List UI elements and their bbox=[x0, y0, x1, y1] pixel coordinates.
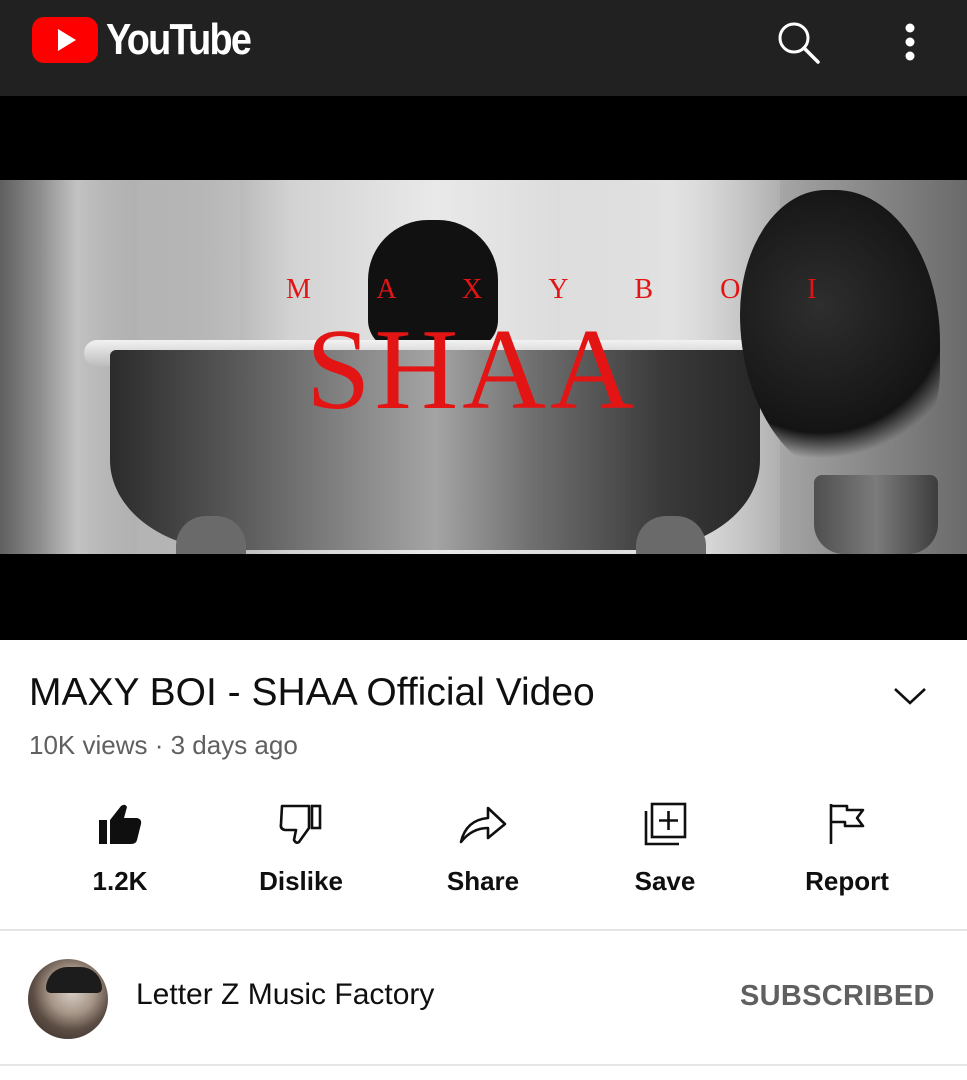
dislike-button[interactable]: Dislike bbox=[221, 796, 381, 906]
share-label: Share bbox=[446, 866, 520, 896]
chevron-down-icon bbox=[894, 688, 926, 705]
like-button[interactable]: 1.2K bbox=[40, 796, 200, 906]
video-meta: 10K views · 3 days ago bbox=[29, 730, 298, 760]
dislike-label: Dislike bbox=[259, 866, 343, 896]
report-button[interactable]: Report bbox=[767, 796, 927, 906]
video-overlay-artist: M A X Y B O I bbox=[286, 274, 847, 305]
video-player[interactable]: M A X Y B O I SHAA bbox=[0, 96, 967, 640]
thumb-down-icon bbox=[279, 804, 322, 844]
playlist-add-icon bbox=[644, 802, 687, 846]
action-bar: 1.2K Dislike Share Save Report bbox=[0, 796, 967, 916]
video-overlay-song: SHAA bbox=[306, 306, 638, 434]
channel-avatar[interactable] bbox=[28, 959, 108, 1039]
report-label: Report bbox=[805, 866, 889, 896]
logo-text: YouTube bbox=[106, 15, 252, 64]
youtube-logo-icon bbox=[32, 17, 98, 63]
avatar-cap bbox=[46, 967, 102, 993]
flag-icon bbox=[829, 804, 865, 844]
youtube-logo[interactable]: YouTube bbox=[32, 15, 274, 64]
search-button[interactable] bbox=[772, 16, 824, 68]
subscribe-button[interactable]: SUBSCRIBED bbox=[740, 980, 935, 1013]
divider bbox=[0, 929, 967, 931]
share-arrow-icon bbox=[459, 806, 507, 844]
expand-description-button[interactable] bbox=[886, 672, 934, 720]
channel-name[interactable]: Letter Z Music Factory bbox=[136, 978, 434, 1012]
video-title[interactable]: MAXY BOI - SHAA Official Video bbox=[29, 671, 595, 715]
video-frame: M A X Y B O I SHAA bbox=[0, 180, 967, 554]
thumb-up-icon bbox=[99, 804, 142, 844]
save-label: Save bbox=[634, 866, 696, 896]
more-options-button[interactable] bbox=[884, 16, 936, 68]
share-button[interactable]: Share bbox=[403, 796, 563, 906]
more-vert-icon bbox=[905, 23, 915, 61]
like-count: 1.2K bbox=[92, 866, 148, 896]
plant-pot bbox=[814, 475, 938, 554]
top-app-bar: YouTube bbox=[0, 0, 967, 96]
divider bbox=[0, 1064, 967, 1066]
search-icon bbox=[778, 22, 820, 64]
save-button[interactable]: Save bbox=[585, 796, 745, 906]
